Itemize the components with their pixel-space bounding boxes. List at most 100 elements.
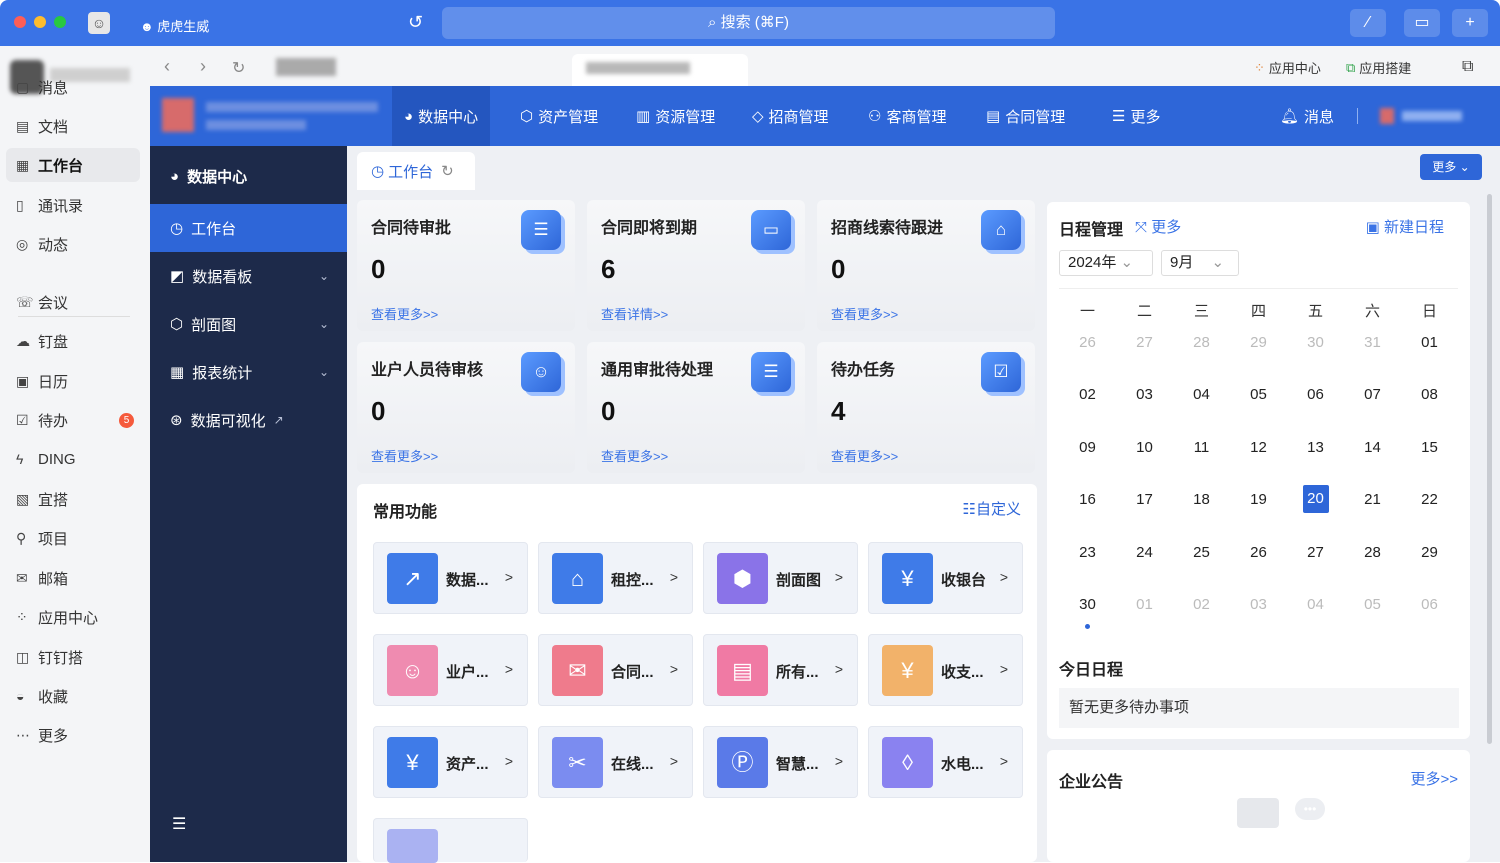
more-dropdown-button[interactable]: 更多 ⌄: [1420, 154, 1482, 180]
calendar-day[interactable]: 12: [1230, 439, 1287, 456]
calendar-day[interactable]: 06: [1401, 596, 1458, 613]
stat-card-link[interactable]: 查看更多>>: [601, 446, 668, 465]
stat-card[interactable]: 招商线索待跟进 0 查看更多>> ⌂: [817, 200, 1035, 331]
calendar-day[interactable]: 02: [1059, 386, 1116, 403]
schedule-more-link[interactable]: ⤧ 更多: [1135, 216, 1181, 237]
calendar-day[interactable]: 07: [1344, 386, 1401, 403]
calendar-day[interactable]: 13: [1287, 439, 1344, 456]
rail-item-11[interactable]: ⚲ 项目: [6, 521, 140, 555]
function-tile[interactable]: ☺ 业户... >: [373, 634, 528, 706]
history-icon[interactable]: ↺: [408, 12, 423, 33]
current-user[interactable]: [1380, 108, 1476, 124]
function-tile[interactable]: ✂ 在线... >: [538, 726, 693, 798]
rail-item-8[interactable]: ☑ 待办 5: [6, 403, 140, 437]
rail-item-0[interactable]: ▢ 消息: [6, 70, 140, 104]
calendar-day[interactable]: 01: [1401, 334, 1458, 351]
calendar-day[interactable]: 05: [1344, 596, 1401, 613]
calendar-day[interactable]: 24: [1116, 544, 1173, 561]
rail-item-16[interactable]: ⋯ 更多: [6, 718, 140, 752]
rail-item-4[interactable]: ◎ 动态: [6, 227, 140, 261]
rail-item-6[interactable]: ☁ 钉盘: [6, 324, 140, 358]
rail-item-14[interactable]: ◫ 钉钉搭: [6, 640, 140, 674]
calendar-day[interactable]: 17: [1116, 491, 1173, 508]
rail-item-5[interactable]: ☏ 会议: [6, 285, 140, 319]
rail-item-7[interactable]: ▣ 日历: [6, 364, 140, 398]
calendar-day[interactable]: 04: [1173, 386, 1230, 403]
refresh-icon[interactable]: ↻: [232, 58, 245, 78]
forward-icon[interactable]: ›: [200, 56, 206, 77]
calendar-day[interactable]: 28: [1173, 334, 1230, 351]
calendar-day[interactable]: 06: [1287, 386, 1344, 403]
new-schedule-button[interactable]: ▣ 新建日程: [1366, 216, 1444, 237]
stat-card[interactable]: 合同即将到期 6 查看详情>> ▭: [587, 200, 805, 331]
calendar-day[interactable]: 16: [1059, 491, 1116, 508]
user-avatar[interactable]: ☺: [88, 12, 110, 34]
close-window-button[interactable]: [14, 16, 26, 28]
stat-card-link[interactable]: 查看更多>>: [831, 304, 898, 323]
function-tile[interactable]: ¥ 资产... >: [373, 726, 528, 798]
stat-card[interactable]: 业户人员待审核 0 查看更多>> ☺: [357, 342, 575, 473]
calendar-day[interactable]: 21: [1344, 491, 1401, 508]
open-external-icon[interactable]: ⧉: [1462, 58, 1473, 76]
calendar-day[interactable]: 15: [1401, 439, 1458, 456]
calendar-day[interactable]: 18: [1173, 491, 1230, 508]
customize-button[interactable]: ☷自定义: [963, 498, 1021, 519]
calendar-day[interactable]: 26: [1059, 334, 1116, 351]
calendar-day[interactable]: 26: [1230, 544, 1287, 561]
tab-active[interactable]: [572, 54, 748, 86]
calendar-day-today[interactable]: 20: [1287, 485, 1344, 513]
rail-item-12[interactable]: ✉ 邮箱: [6, 561, 140, 595]
calendar-day[interactable]: 14: [1344, 439, 1401, 456]
calendar-day[interactable]: 30: [1059, 596, 1116, 613]
screen-icon[interactable]: ▭: [1404, 9, 1440, 37]
app-center-link[interactable]: ⁘ 应用中心: [1254, 58, 1321, 77]
rail-item-13[interactable]: ⁘ 应用中心: [6, 600, 140, 634]
calendar-day[interactable]: 02: [1173, 596, 1230, 613]
topnav-item-3[interactable]: ◇ 招商管理: [740, 86, 841, 146]
month-select[interactable]: 9月 ⌄: [1161, 250, 1239, 276]
calendar-day[interactable]: 10: [1116, 439, 1173, 456]
calendar-day[interactable]: 28: [1344, 544, 1401, 561]
topnav-item-6[interactable]: ☰ 更多: [1100, 86, 1172, 146]
messages-link[interactable]: 🔔︎ 消息: [1280, 86, 1334, 146]
calendar-day[interactable]: 05: [1230, 386, 1287, 403]
rail-item-2[interactable]: ▦ 工作台: [6, 148, 140, 182]
rail-item-10[interactable]: ▧ 宜搭: [6, 482, 140, 516]
calendar-day[interactable]: 31: [1344, 334, 1401, 351]
stat-card-link[interactable]: 查看更多>>: [371, 446, 438, 465]
collapse-menu-icon[interactable]: ☰: [172, 814, 186, 834]
magic-icon[interactable]: ⁄: [1350, 9, 1386, 37]
rail-item-1[interactable]: ▤ 文档: [6, 109, 140, 143]
stat-card[interactable]: 待办任务 4 查看更多>> ☑: [817, 342, 1035, 473]
calendar-day[interactable]: 29: [1401, 544, 1458, 561]
year-select[interactable]: 2024年 ⌄: [1059, 250, 1153, 276]
side-nav-item-1[interactable]: ◩ 数据看板 ⌄: [150, 252, 347, 300]
calendar-day[interactable]: 30: [1287, 334, 1344, 351]
calendar-day[interactable]: 25: [1173, 544, 1230, 561]
global-search[interactable]: ⌕ 搜索 (⌘F): [442, 7, 1055, 39]
function-tile[interactable]: ▤ 所有... >: [703, 634, 858, 706]
function-tile[interactable]: ¥ 收银台 >: [868, 542, 1023, 614]
topnav-item-0[interactable]: ◕ 数据中心: [392, 86, 491, 146]
rail-item-3[interactable]: ▯ 通讯录: [6, 188, 140, 222]
stat-card-link[interactable]: 查看更多>>: [831, 446, 898, 465]
calendar-day[interactable]: 29: [1230, 334, 1287, 351]
tab-workbench[interactable]: ◷ 工作台 ↻: [357, 152, 475, 190]
function-tile[interactable]: ⌂ 租控... >: [538, 542, 693, 614]
side-nav-item-4[interactable]: ⊛ 数据可视化 ↗: [150, 396, 347, 444]
function-tile[interactable]: Ⓟ 智慧... >: [703, 726, 858, 798]
side-nav-item-3[interactable]: ▦ 报表统计 ⌄: [150, 348, 347, 396]
topnav-item-4[interactable]: ⚇ 客商管理: [856, 86, 958, 146]
calendar-day[interactable]: 22: [1401, 491, 1458, 508]
calendar-day[interactable]: 11: [1173, 439, 1230, 456]
calendar-day[interactable]: 04: [1287, 596, 1344, 613]
function-tile[interactable]: ↗ 数据... >: [373, 542, 528, 614]
stat-card-link[interactable]: 查看详情>>: [601, 304, 668, 323]
calendar-day[interactable]: 19: [1230, 491, 1287, 508]
stat-card[interactable]: 通用审批待处理 0 查看更多>> ☰: [587, 342, 805, 473]
back-icon[interactable]: ‹: [164, 56, 170, 77]
side-nav-item-2[interactable]: ⬡ 剖面图 ⌄: [150, 300, 347, 348]
calendar-day[interactable]: 27: [1116, 334, 1173, 351]
add-icon[interactable]: +: [1452, 9, 1488, 37]
topnav-item-2[interactable]: ▥ 资源管理: [624, 86, 727, 146]
